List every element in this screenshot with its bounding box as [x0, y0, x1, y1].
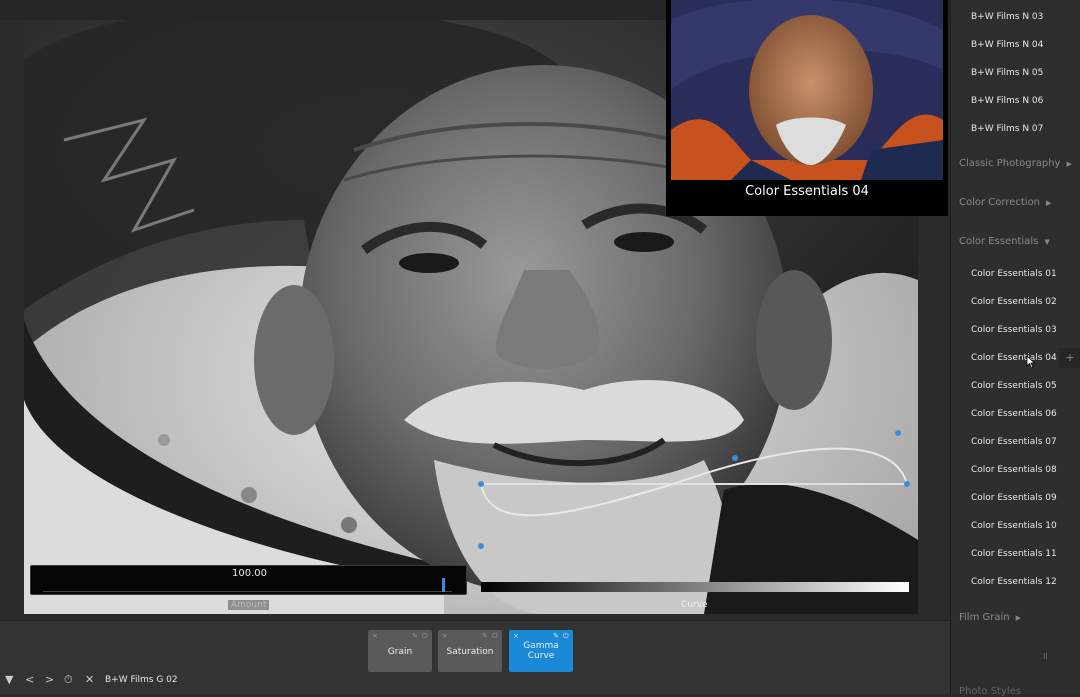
preset-item[interactable]: B+W Films N 07 — [971, 124, 1043, 134]
category-photo-styles[interactable]: Photo Styles — [959, 686, 1021, 697]
filter-label: Grain — [387, 647, 413, 657]
category-label: Color Correction — [959, 197, 1041, 208]
pause-icon[interactable]: II — [1043, 652, 1048, 661]
preset-item[interactable]: B+W Films N 05 — [971, 68, 1043, 78]
preset-item[interactable]: Color Essentials 02 — [971, 297, 1057, 307]
preset-item[interactable]: Color Essentials 05 — [971, 381, 1057, 391]
preset-item[interactable]: Color Essentials 06 — [971, 409, 1057, 419]
category-color-correction[interactable]: Color Correction ▶ — [959, 197, 1051, 208]
preset-item[interactable]: Color Essentials 07 — [971, 437, 1057, 447]
preset-item[interactable]: B+W Films N 03 — [971, 12, 1043, 22]
category-label: Color Essentials — [959, 236, 1039, 247]
preset-item[interactable]: Color Essentials 01 — [971, 269, 1057, 279]
close-icon[interactable]: × — [372, 632, 378, 640]
mouse-cursor-icon — [1026, 355, 1036, 369]
preset-item[interactable]: B+W Films N 04 — [971, 40, 1043, 50]
preview-image — [671, 0, 943, 180]
curve-point-top[interactable] — [895, 430, 901, 436]
preset-preview: Color Essentials 04 — [666, 0, 948, 216]
preset-item[interactable]: Color Essentials 09 — [971, 493, 1057, 503]
forward-button[interactable]: > — [45, 673, 54, 686]
pin-icon[interactable]: ✎ — [412, 632, 418, 640]
preset-item[interactable]: Color Essentials 11 — [971, 549, 1057, 559]
preset-item[interactable]: Color Essentials 12 — [971, 577, 1057, 587]
close-icon[interactable]: × — [513, 632, 519, 640]
amount-label: Amount — [228, 600, 270, 610]
back-button[interactable]: < — [25, 673, 34, 686]
filter-card-saturation[interactable]: × ✎ ⏻ Saturation — [438, 630, 502, 672]
chevron-right-icon: ▶ — [1015, 614, 1021, 622]
pin-icon[interactable]: ✎ — [553, 632, 559, 640]
preset-item[interactable]: Color Essentials 03 — [971, 325, 1057, 335]
preview-caption: Color Essentials 04 — [745, 184, 869, 199]
chevron-right-icon: ▶ — [1066, 160, 1072, 168]
curve-point-mid[interactable] — [732, 455, 738, 461]
power-icon[interactable]: ⏻ — [492, 632, 498, 641]
preset-item[interactable]: Color Essentials 08 — [971, 465, 1057, 475]
curve-point-low[interactable] — [478, 543, 484, 549]
menu-dropdown-icon[interactable]: ▼ — [5, 673, 13, 686]
category-film-grain[interactable]: Film Grain ▶ — [959, 612, 1021, 623]
left-gutter — [0, 20, 24, 620]
preset-sidebar: B+W Films N 03 B+W Films N 04 B+W Films … — [950, 0, 1080, 697]
close-icon[interactable]: × — [442, 632, 448, 640]
curve-point-start[interactable] — [478, 481, 484, 487]
history-icon[interactable]: ⏱ — [64, 673, 73, 687]
amount-value: 100.00 — [232, 568, 267, 579]
curve-gradient-bar — [481, 582, 909, 592]
pin-icon[interactable]: ✎ — [482, 632, 488, 640]
category-classic-photography[interactable]: Classic Photography ▶ — [959, 158, 1072, 169]
filter-card-gamma-curve[interactable]: × ✎ ⏻ Gamma Curve — [509, 630, 573, 672]
curve-point-end[interactable] — [904, 481, 910, 487]
preset-item[interactable]: Color Essentials 10 — [971, 521, 1057, 531]
add-preset-button[interactable]: + — [1059, 348, 1080, 368]
power-icon[interactable]: ⏻ — [422, 632, 428, 641]
filter-label: Gamma Curve — [523, 641, 559, 661]
bottom-nav: ▼ < > ⏱ ✕ B+W Films G 02 — [0, 673, 950, 693]
close-button[interactable]: ✕ — [85, 673, 94, 686]
filter-card-grain[interactable]: × ✎ ⏻ Grain — [368, 630, 432, 672]
chevron-right-icon: ▶ — [1046, 199, 1052, 207]
amount-handle[interactable] — [441, 578, 445, 592]
amount-ticks — [43, 586, 452, 592]
filter-label: Saturation — [446, 647, 494, 657]
preset-item[interactable]: B+W Films N 06 — [971, 96, 1043, 106]
amount-slider[interactable]: 100.00 — [30, 565, 467, 595]
category-color-essentials[interactable]: Color Essentials ▼ — [959, 236, 1050, 247]
preset-item-hovered[interactable]: Color Essentials 04 — [971, 353, 1057, 363]
category-label: Classic Photography — [959, 158, 1061, 169]
gamma-curve-graph[interactable] — [470, 425, 920, 555]
category-label: Film Grain — [959, 612, 1010, 623]
curve-label: Curve — [681, 600, 708, 610]
current-preset-name: B+W Films G 02 — [105, 675, 178, 685]
chevron-down-icon: ▼ — [1044, 238, 1050, 246]
power-icon[interactable]: ⏻ — [563, 632, 569, 641]
